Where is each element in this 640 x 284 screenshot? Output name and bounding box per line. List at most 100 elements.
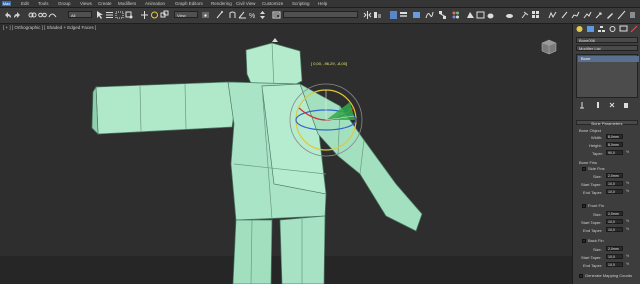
named-selection-sets-select[interactable] — [283, 11, 358, 18]
side-fins-size-field[interactable]: 2,0mm — [606, 173, 623, 178]
tab-motion[interactable] — [608, 25, 617, 33]
select-and-link-button[interactable] — [28, 10, 37, 20]
front-fin-end-taper-field[interactable]: 10,0 — [606, 227, 623, 232]
select-object-button[interactable] — [95, 10, 104, 20]
taper-field[interactable]: 90,0 — [606, 150, 623, 155]
display-icon — [619, 25, 628, 32]
back-fin-checkbox[interactable] — [582, 239, 586, 243]
menu-graph-editors[interactable]: Graph Editors — [175, 1, 203, 6]
material-editor-button[interactable] — [451, 10, 460, 20]
height-field[interactable]: 8,0mm — [606, 142, 623, 147]
render-production-button[interactable] — [486, 10, 495, 20]
back-fin-end-taper-field[interactable]: 10,0 — [606, 262, 623, 267]
select-and-scale-button[interactable] — [160, 10, 169, 20]
stack-item-bone[interactable]: Bone — [578, 56, 639, 62]
modifier-list-dropdown[interactable]: Modifier List — [576, 45, 638, 51]
selection-tools-button[interactable] — [571, 10, 580, 20]
select-and-move-button[interactable] — [140, 10, 149, 20]
curve-editor-button[interactable] — [425, 10, 434, 20]
align-button[interactable] — [373, 10, 382, 20]
front-fin-start-taper-field[interactable]: 10,0 — [606, 219, 623, 224]
side-fins-start-taper-field[interactable]: 10,0 — [606, 181, 623, 186]
spinner-snap-button[interactable] — [258, 10, 267, 20]
toggle-ribbon-button[interactable] — [412, 10, 421, 20]
tab-modify[interactable] — [586, 25, 595, 33]
reference-coordinate-select[interactable]: View — [174, 11, 198, 18]
snaps-toggle-button[interactable] — [228, 10, 237, 20]
front-fin-size-field[interactable]: 2,0mm — [606, 211, 623, 216]
hammer-icon — [521, 11, 529, 19]
side-fins-start-taper-percent: % — [626, 181, 630, 185]
make-unique-icon[interactable] — [608, 101, 616, 109]
app-logo-button[interactable]: Max — [2, 1, 11, 6]
select-and-manipulate-button[interactable] — [215, 10, 224, 20]
unlink-button[interactable] — [38, 10, 47, 20]
taper-label: Taper: — [592, 151, 604, 156]
undo-button[interactable] — [3, 10, 12, 20]
schematic-view-button[interactable] — [438, 10, 447, 20]
viewcube-icon[interactable] — [541, 39, 557, 55]
edit-named-selection-button[interactable] — [272, 10, 281, 20]
menu-civil-view[interactable]: Civil View — [236, 1, 255, 6]
width-field[interactable]: 8,0mm — [606, 134, 623, 139]
object-paint-button[interactable] — [583, 10, 592, 20]
side-fins-end-taper-percent: % — [626, 189, 630, 193]
layer-explorer-icon — [400, 12, 407, 17]
tab-utilities[interactable] — [630, 25, 639, 33]
toggle-layer-explorer-button[interactable] — [399, 10, 408, 20]
back-fin-start-taper-field[interactable]: 10,0 — [606, 254, 623, 259]
side-fins-end-taper-field[interactable]: 10,0 — [606, 189, 623, 194]
menu-animation[interactable]: Animation — [145, 1, 165, 6]
remove-modifier-icon[interactable] — [622, 101, 630, 109]
rendered-frame-window-button[interactable] — [476, 10, 485, 20]
render-in-cloud-button[interactable] — [505, 10, 514, 20]
menu-group[interactable]: Group — [58, 1, 71, 6]
orthographic-viewport[interactable]: [ + ] [ Orthographic ] [ Shaded + Edged … — [0, 24, 572, 284]
populate-button[interactable] — [594, 10, 603, 20]
workspace-button[interactable] — [531, 10, 540, 20]
side-fins-end-taper-label: End Taper: — [583, 190, 603, 195]
generate-mapping-checkbox[interactable] — [579, 274, 583, 278]
selection-filter-select[interactable]: All — [68, 11, 92, 18]
menu-customize[interactable]: Customize — [262, 1, 283, 6]
tab-create[interactable] — [575, 25, 584, 33]
object-name-field[interactable]: Bone006 — [576, 37, 638, 43]
render-setup-button[interactable] — [466, 10, 475, 20]
extra-tools-button[interactable] — [617, 10, 626, 20]
select-and-rotate-button[interactable] — [150, 10, 159, 20]
pivot-point-center-button[interactable] — [201, 10, 210, 20]
toggle-scene-explorer-button[interactable] — [389, 10, 398, 20]
rectangular-selection-button[interactable] — [115, 10, 124, 20]
select-by-name-button[interactable] — [105, 10, 114, 20]
front-fin-checkbox[interactable] — [582, 204, 586, 208]
menu-create[interactable]: Create — [98, 1, 112, 6]
menu-rendering[interactable]: Rendering — [211, 1, 232, 6]
render-setup-icon — [467, 12, 474, 18]
percent-snap-button[interactable]: % — [248, 10, 257, 20]
tab-hierarchy[interactable] — [597, 25, 606, 33]
modeling-tools-button[interactable] — [606, 10, 615, 20]
show-end-result-icon[interactable] — [594, 101, 602, 109]
character-mesh[interactable] — [91, 42, 423, 284]
mirror-button[interactable] — [363, 10, 372, 20]
graphite-tools-button[interactable] — [548, 10, 557, 20]
toolbar-overflow-button[interactable] — [628, 10, 637, 20]
redo-button[interactable] — [13, 10, 22, 20]
bone-parameters-rollout[interactable]: Bone Parameters — [576, 120, 638, 126]
tab-display[interactable] — [619, 25, 628, 33]
side-fins-checkbox[interactable] — [582, 167, 586, 171]
menu-help[interactable]: Help — [318, 1, 327, 6]
menu-scripting[interactable]: Scripting — [292, 1, 310, 6]
menu-tools[interactable]: Tools — [38, 1, 49, 6]
menu-views[interactable]: Views — [80, 1, 92, 6]
window-crossing-button[interactable] — [125, 10, 134, 20]
freeform-button[interactable] — [560, 10, 569, 20]
lock-selection-button[interactable] — [520, 10, 529, 20]
menu-modifiers[interactable]: Modifiers — [118, 1, 136, 6]
back-fin-size-field[interactable]: 2,0mm — [606, 246, 623, 251]
angle-snap-button[interactable] — [238, 10, 247, 20]
bind-space-warp-button[interactable] — [48, 10, 57, 20]
hierarchy-icon — [598, 26, 605, 32]
menu-edit[interactable]: Edit — [21, 1, 29, 6]
pin-stack-icon[interactable] — [578, 101, 586, 109]
